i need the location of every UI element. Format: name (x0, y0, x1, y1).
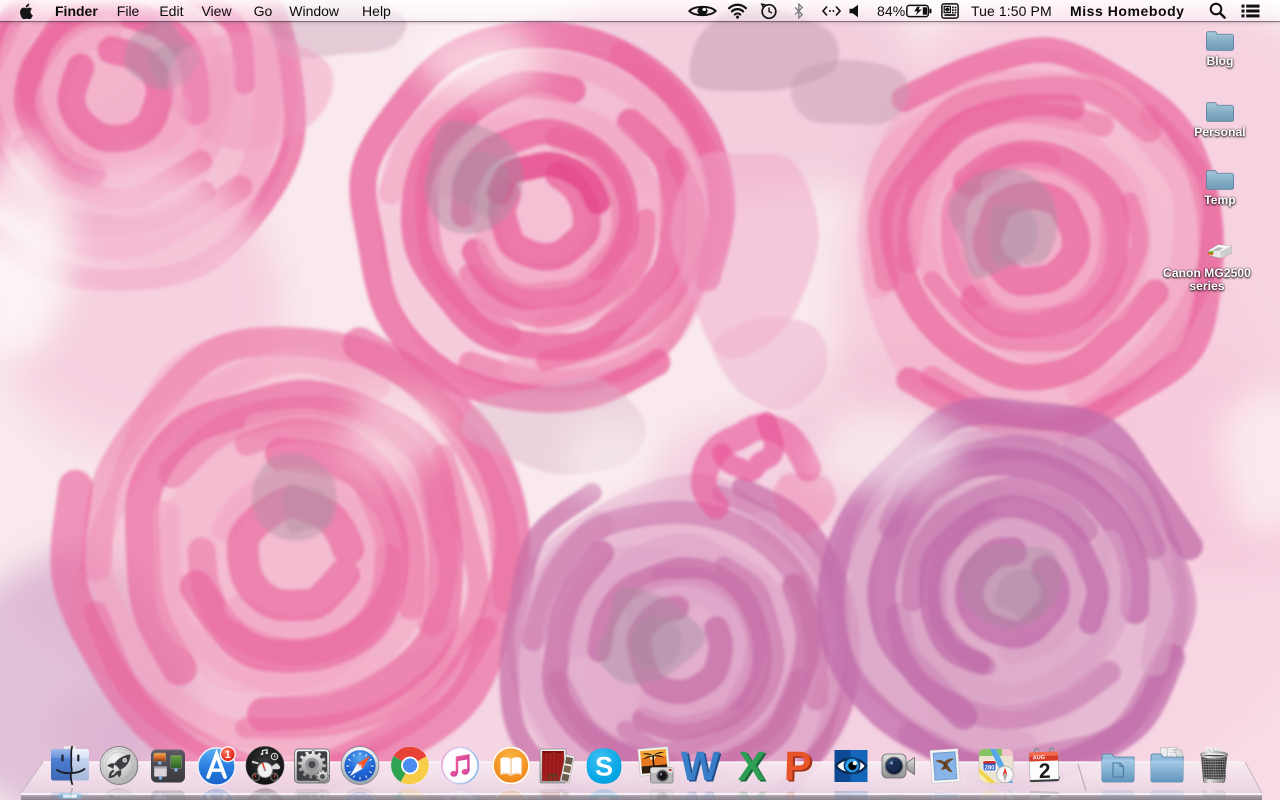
svg-text:1: 1 (225, 749, 231, 761)
svg-text:W: W (681, 746, 720, 786)
svg-text:P: P (783, 746, 812, 786)
svg-text:280: 280 (984, 766, 995, 772)
svg-text:X: X (737, 746, 766, 786)
svg-text:S: S (595, 752, 613, 782)
